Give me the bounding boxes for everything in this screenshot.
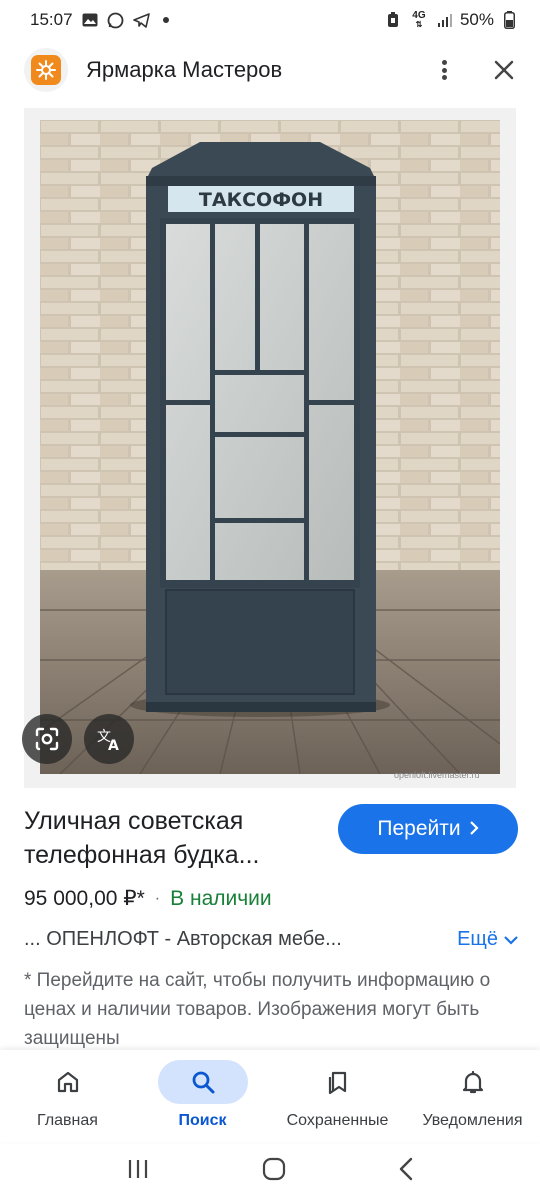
nav-home[interactable]: Главная bbox=[0, 1050, 135, 1142]
visit-button-label: Перейти bbox=[377, 817, 461, 840]
result-card: Уличная советская телефонная будка... Пе… bbox=[24, 804, 518, 1049]
status-bar: 15:07 4G ⇅ 50% bbox=[0, 0, 540, 40]
nav-notifications-label: Уведомления bbox=[422, 1112, 523, 1129]
bell-icon bbox=[462, 1070, 483, 1094]
booth-sign-text: ТАКСОФОН bbox=[199, 189, 323, 211]
source-text: ... ОПЕНЛОФТ - Авторская мебе... bbox=[24, 928, 342, 950]
gallery-icon bbox=[81, 11, 99, 29]
telegram-icon bbox=[133, 11, 151, 29]
disclaimer-text: * Перейдите на сайт, чтобы получить инфо… bbox=[24, 970, 491, 1049]
app-header: Ярмарка Мастеров bbox=[0, 44, 540, 96]
more-link[interactable]: Ещё bbox=[457, 928, 518, 951]
nav-notifications[interactable]: Уведомления bbox=[405, 1050, 540, 1142]
svg-text:A: A bbox=[108, 738, 119, 753]
battery-level: 50% bbox=[459, 10, 494, 29]
system-navigation bbox=[0, 1142, 540, 1200]
price-row: 95 000,00 ₽* · В наличии bbox=[24, 886, 272, 911]
nav-saved[interactable]: Сохраненные bbox=[270, 1050, 405, 1142]
availability-status: В наличии bbox=[170, 886, 272, 910]
separator-dot: · bbox=[154, 889, 161, 907]
close-icon[interactable] bbox=[492, 58, 516, 82]
home-icon bbox=[57, 1071, 78, 1093]
whatsapp-icon bbox=[107, 11, 125, 29]
source-row: ... ОПЕНЛОФТ - Авторская мебе... Ещё bbox=[24, 928, 518, 951]
product-photo: ТАКСОФОН bbox=[40, 120, 500, 774]
more-link-label: Ещё bbox=[457, 928, 498, 950]
nav-search-label: Поиск bbox=[178, 1112, 227, 1129]
result-title[interactable]: Уличная советская телефонная будка... bbox=[24, 804, 324, 872]
status-time: 15:07 bbox=[30, 10, 73, 29]
image-preview[interactable]: ТАКСОФОН bbox=[24, 108, 516, 788]
nav-home-label: Главная bbox=[37, 1112, 98, 1129]
battery-icon bbox=[500, 11, 518, 29]
chevron-right-icon bbox=[469, 817, 479, 841]
recent-apps-icon[interactable] bbox=[126, 1158, 150, 1185]
translate-icon[interactable]: 文 A bbox=[84, 714, 134, 764]
livemaster-logo-icon bbox=[24, 48, 68, 92]
nav-search[interactable]: Поиск bbox=[135, 1050, 270, 1142]
bottom-navigation: Главная Поиск Сохраненные Уведомления bbox=[0, 1050, 540, 1142]
battery-saver-icon bbox=[384, 11, 402, 29]
site-title: Ярмарка Мастеров bbox=[86, 57, 283, 82]
price: 95 000,00 ₽* bbox=[24, 887, 145, 910]
image-watermark: openloft.livemaster.ru bbox=[394, 770, 480, 780]
home-system-icon[interactable] bbox=[262, 1157, 286, 1186]
search-icon bbox=[192, 1071, 214, 1094]
bookmarks-icon bbox=[328, 1071, 346, 1095]
chevron-down-icon bbox=[504, 928, 518, 951]
visit-button[interactable]: Перейти bbox=[338, 804, 518, 854]
4g-icon: 4G ⇅ bbox=[412, 10, 426, 30]
signal-icon bbox=[436, 11, 454, 29]
nav-saved-label: Сохраненные bbox=[286, 1112, 389, 1129]
notification-dot-icon bbox=[162, 17, 169, 23]
more-vert-icon[interactable] bbox=[432, 58, 456, 82]
back-icon[interactable] bbox=[398, 1157, 414, 1186]
google-lens-icon[interactable] bbox=[22, 714, 72, 764]
